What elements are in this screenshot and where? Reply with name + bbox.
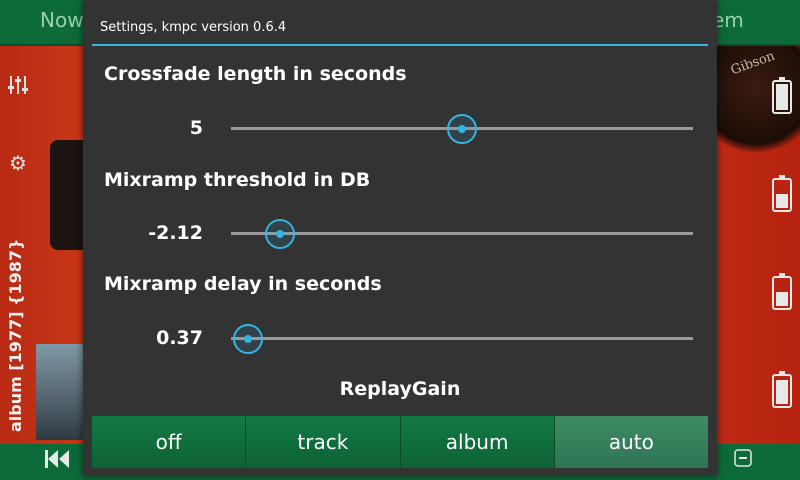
equalizer-icon[interactable]: [7, 74, 29, 96]
mixramp-delay-value: 0.37: [156, 327, 203, 349]
slider-thumb[interactable]: [264, 219, 295, 249]
settings-dialog: Settings, kmpc version 0.6.4 Crossfade l…: [83, 0, 717, 476]
replaygain-track-button[interactable]: track: [246, 416, 401, 468]
slider-track[interactable]: [231, 337, 693, 340]
title-divider: [92, 44, 708, 46]
slider-thumb[interactable]: [233, 324, 264, 354]
slider-thumb[interactable]: [447, 114, 477, 144]
skip-previous-icon[interactable]: [44, 448, 70, 476]
battery-icon: [772, 175, 792, 212]
replaygain-segmented-control: off track album auto: [92, 416, 708, 468]
mixramp-threshold-value: -2.12: [148, 222, 203, 244]
slider-track[interactable]: [231, 232, 693, 235]
mixramp-threshold-slider[interactable]: [231, 215, 693, 251]
mixramp-threshold-label: Mixramp threshold in DB: [104, 169, 371, 191]
battery-icon: [772, 371, 792, 408]
dialog-title: Settings, kmpc version 0.6.4: [100, 20, 287, 35]
album-year-text: album [1977] {1987}: [6, 238, 25, 432]
crossfade-slider[interactable]: [231, 110, 693, 146]
replaygain-off-button[interactable]: off: [92, 416, 247, 468]
replaygain-album-button[interactable]: album: [400, 416, 555, 468]
album-thumbnail[interactable]: [36, 344, 84, 440]
gear-icon[interactable]: ⚙: [7, 152, 29, 174]
replaygain-title: ReplayGain: [339, 378, 461, 400]
crossfade-value: 5: [189, 117, 203, 139]
tab-now-playing[interactable]: Now: [40, 8, 84, 32]
battery-icon: [772, 77, 792, 114]
mixramp-delay-label: Mixramp delay in seconds: [104, 273, 382, 295]
battery-icon: [772, 273, 792, 310]
remove-icon[interactable]: [734, 448, 752, 473]
mixramp-delay-slider[interactable]: [231, 320, 693, 356]
crossfade-label: Crossfade length in seconds: [104, 63, 407, 85]
replaygain-auto-button[interactable]: auto: [554, 416, 708, 468]
